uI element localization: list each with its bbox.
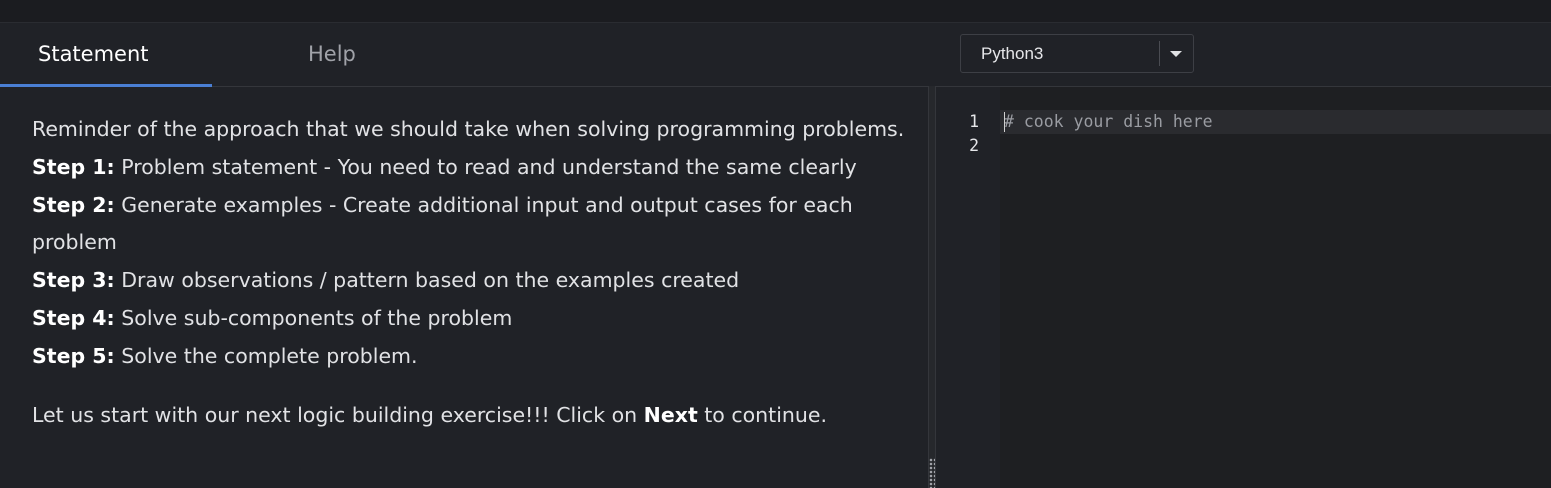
code-line[interactable]: # cook your dish here <box>1004 110 1213 134</box>
tab-statement[interactable]: Statement <box>0 23 212 87</box>
closing-text-after: to continue. <box>697 402 828 427</box>
step-1-text: Problem statement - You need to read and… <box>114 154 857 179</box>
step-4-text: Solve sub-components of the problem <box>114 305 513 330</box>
step-2-label: Step 2: <box>32 192 115 217</box>
editor-gutter: 1 2 <box>936 87 1000 488</box>
code-editor: 1 2 # cook your dish here <box>936 87 1551 488</box>
closing-text-before: Let us start with our next logic buildin… <box>32 402 644 427</box>
editor-header: Python3 <box>936 23 1551 87</box>
top-bar <box>0 0 1551 23</box>
chevron-down-icon[interactable] <box>1170 51 1182 57</box>
problem-statement: Reminder of the approach that we should … <box>32 111 912 434</box>
step-2-text: Generate examples - Create additional in… <box>32 192 853 255</box>
closing-next-word: Next <box>643 402 698 427</box>
step-4-label: Step 4: <box>32 305 115 330</box>
step-3-label: Step 3: <box>32 268 115 293</box>
language-select[interactable]: Python3 <box>960 34 1194 73</box>
active-tab-indicator <box>0 84 212 87</box>
line-number: 2 <box>969 136 979 155</box>
step-3-text: Draw observations / pattern based on the… <box>114 268 740 293</box>
step-4: Step 4: Solve sub-components of the prob… <box>32 300 912 338</box>
step-1-label: Step 1: <box>32 154 115 179</box>
statement-closing: Let us start with our next logic buildin… <box>32 397 912 435</box>
step-5-text: Solve the complete problem. <box>114 343 418 368</box>
tab-help[interactable]: Help <box>212 23 412 86</box>
language-select-divider <box>1159 41 1160 66</box>
step-3: Step 3: Draw observations / pattern base… <box>32 262 912 300</box>
pane-splitter[interactable] <box>928 86 936 488</box>
step-2: Step 2: Generate examples - Create addit… <box>32 187 912 263</box>
step-5: Step 5: Solve the complete problem. <box>32 338 912 376</box>
tab-statement-label: Statement <box>38 42 149 66</box>
code-input-area[interactable]: # cook your dish here <box>1000 87 1551 488</box>
step-5-label: Step 5: <box>32 343 115 368</box>
statement-intro: Reminder of the approach that we should … <box>32 117 905 141</box>
language-select-value: Python3 <box>981 44 1044 63</box>
line-number: 1 <box>969 112 979 131</box>
text-cursor <box>1004 112 1005 132</box>
problem-tabs: Statement Help <box>0 23 928 87</box>
problem-pane: Statement Help Reminder of the approach … <box>0 23 928 488</box>
step-1: Step 1: Problem statement - You need to … <box>32 149 912 187</box>
resize-handle-icon[interactable] <box>929 458 935 488</box>
tab-help-label: Help <box>308 42 356 66</box>
